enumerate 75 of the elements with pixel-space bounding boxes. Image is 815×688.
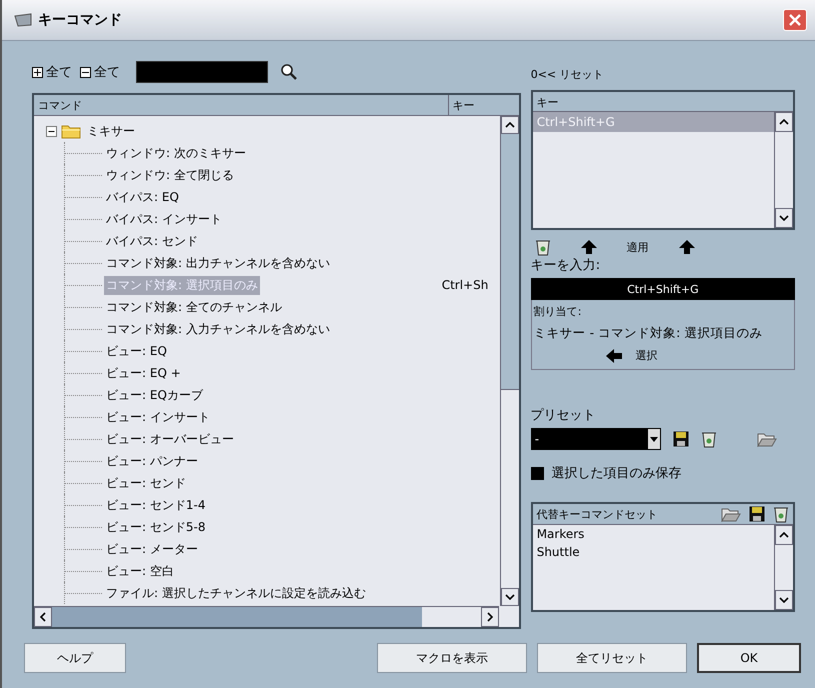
checkbox-label: 選択した項目のみ保存 [552,465,682,482]
preset-label: プリセット [530,407,597,424]
tree-item[interactable]: コマンド対象: 入力チャンネルを含めない [104,320,332,338]
reset-button[interactable]: 0<< リセット [530,67,604,82]
plus-box-icon [32,66,43,78]
vertical-scrollbar[interactable] [774,112,793,228]
folder-icon[interactable] [756,431,777,447]
tree-item[interactable]: ビュー: パンナー [104,452,200,470]
folder-icon[interactable] [721,506,741,522]
scroll-right-icon[interactable] [486,612,493,622]
scroll-down-icon[interactable] [504,594,515,600]
tree-item[interactable]: ビュー: EQ [104,342,169,360]
list-title: 代替キーコマンドセット [536,506,659,522]
left-arrow-icon[interactable] [606,348,622,362]
scroll-up-icon[interactable] [504,122,515,128]
tree-item[interactable]: ビュー: EQカーブ [104,386,205,404]
key-input-label: キーを入力: [530,257,602,274]
vertical-scrollbar[interactable] [500,116,519,606]
up-arrow-icon[interactable] [678,240,695,254]
close-icon [788,13,802,27]
show-macros-button[interactable]: マクロを表示 [377,643,527,673]
help-button[interactable]: ヘルプ [24,643,126,673]
tree-item[interactable]: ウィンドウ: 全て閉じる [104,166,236,184]
reset-all-button[interactable]: 全てリセット [537,643,687,673]
scroll-down-icon[interactable] [779,215,789,221]
scroll-up-icon[interactable] [779,532,789,538]
vertical-scrollbar[interactable] [774,525,793,610]
apply-button[interactable]: 適用 [626,240,649,254]
close-button[interactable] [783,9,807,31]
collapse-toggle-icon[interactable] [46,126,57,136]
tree-item[interactable]: ビュー: メーター [104,540,200,558]
checkbox[interactable] [530,466,544,480]
scroll-left-icon[interactable] [40,612,46,622]
horizontal-scrollbar[interactable] [34,606,499,627]
tree-item[interactable]: ビュー: 空白 [104,562,176,580]
list-item[interactable]: Markers [532,525,774,543]
tree-item[interactable]: ビュー: センド1-4 [104,496,208,514]
tree-item[interactable]: コマンド対象: 出力チャンネルを含めない [104,254,332,272]
column-header[interactable]: コマンド [34,95,449,115]
list-item[interactable]: Shuttle [532,543,774,561]
window-title: キーコマンド [38,11,123,29]
tree-item[interactable]: ビュー: オーバービュー [104,430,236,448]
tree-item[interactable]: ビュー: EQ + [104,364,183,382]
search-icon[interactable] [280,63,298,81]
scroll-down-icon[interactable] [779,597,789,603]
ok-button[interactable]: OK [697,643,801,673]
expand-all-button[interactable]: 全て [32,63,72,81]
assigned-command: ミキサー - コマンド対象: 選択項目のみ [534,325,764,342]
assigned-label: 割り当て: [534,304,582,319]
select-button[interactable]: 選択 [636,348,658,363]
window-icon [14,13,32,27]
dropdown-caret-icon [650,436,658,442]
tree-item[interactable]: ファイル: 選択したチャンネルに設定を読み込む [104,584,368,602]
collapse-all-button[interactable]: 全て [80,63,120,81]
save-icon[interactable] [749,506,765,522]
tree-item[interactable]: コマンド対象: 全てのチャンネル [104,298,284,316]
key-input-field[interactable]: Ctrl+Shift+G [530,278,795,300]
search-field[interactable] [136,61,268,83]
save-icon[interactable] [672,431,689,447]
tree-item[interactable]: バイパス: センド [104,232,200,250]
up-arrow-icon[interactable] [580,240,597,254]
tree-item[interactable]: ウィンドウ: 次のミキサー [104,144,248,162]
minus-box-icon [80,66,91,78]
tree-item[interactable]: ビュー: センド [104,474,188,492]
tree-item[interactable]: バイパス: EQ [104,188,181,206]
tree-item[interactable]: ビュー: インサート [104,408,212,426]
tree-item[interactable]: ミキサー [85,122,137,140]
column-header[interactable]: キー [448,95,519,115]
tree-item[interactable]: ビュー: センド5-8 [104,518,208,536]
folder-icon [61,123,81,139]
key-cell-text: Ctrl+Sh [442,278,490,292]
column-header: キー [532,92,793,112]
preset-dropdown[interactable]: - [530,428,661,450]
scroll-up-icon[interactable] [779,119,789,125]
tree-item[interactable]: バイパス: インサート [104,210,224,228]
